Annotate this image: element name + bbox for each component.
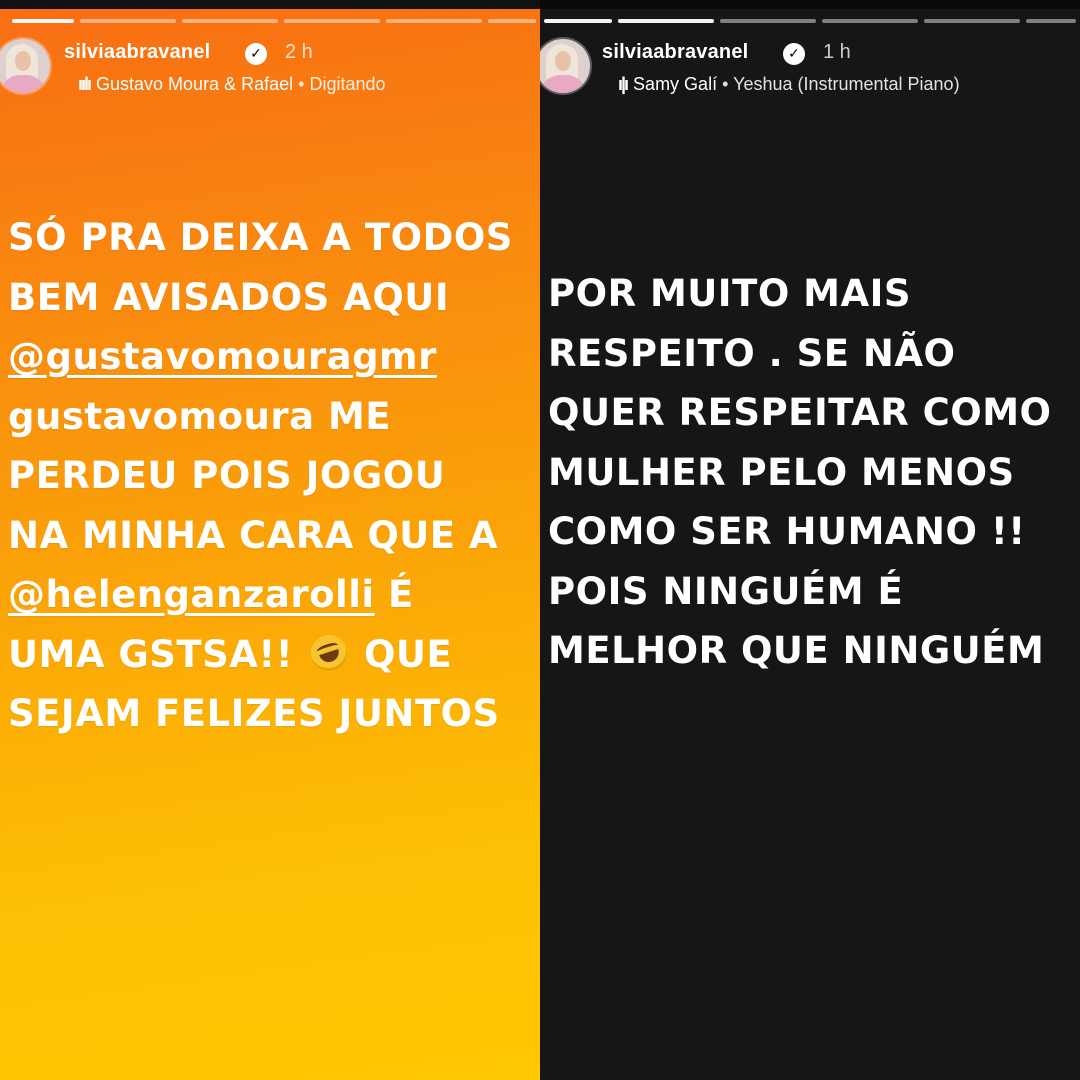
- music-sticker[interactable]: ıılı Gustavo Moura & Rafael • Digitando: [78, 74, 386, 95]
- story-text-line: MULHER PELO MENOS: [548, 450, 1015, 494]
- story-text-line: POIS NINGUÉM É: [548, 569, 904, 613]
- progress-segment: [284, 19, 380, 23]
- username[interactable]: silviaabravanel: [602, 41, 748, 64]
- verified-badge-icon: ✓: [783, 43, 805, 65]
- progress-segment: [924, 19, 1020, 23]
- story-text-line: POR MUITO MAIS: [548, 272, 912, 315]
- progress-segment: [488, 19, 536, 23]
- story-text-line: PERDEU POIS JOGOU: [8, 454, 446, 497]
- story-text-fragment: QUE: [363, 632, 453, 676]
- progress-segment: [386, 19, 482, 23]
- progress-segment: [182, 19, 278, 23]
- top-band: [0, 0, 540, 9]
- story-text-line: QUER RESPEITAR COMO: [548, 391, 1052, 434]
- progress-segment: [618, 19, 714, 23]
- music-track: Yeshua (Instrumental Piano): [733, 74, 960, 94]
- story-text-fragment: É: [387, 573, 414, 616]
- post-time: 2 h: [285, 41, 313, 63]
- avatar[interactable]: [0, 39, 50, 93]
- story-text: POR MUITO MAIS RESPEITO . SE NÃO QUER RE…: [548, 264, 1051, 681]
- story-progress-bar: [0, 19, 540, 23]
- story-text-line: COMO SER HUMANO !!: [548, 510, 1026, 553]
- music-sticker[interactable]: ı|ı Samy Galí • Yeshua (Instrumental Pian…: [618, 74, 960, 95]
- story-text-line: SÓ PRA DEIXA A TODOS: [8, 216, 513, 259]
- music-separator: •: [722, 74, 729, 94]
- verified-badge-icon: ✓: [245, 43, 267, 65]
- progress-segment: [822, 19, 918, 23]
- story-text-line: MELHOR QUE NINGUÉM: [548, 629, 1045, 672]
- story-text: SÓ PRA DEIXA A TODOS BEM AVISADOS AQUI @…: [8, 208, 513, 744]
- post-time: 1 h: [823, 41, 851, 63]
- avatar[interactable]: [540, 39, 590, 93]
- progress-segment: [1026, 19, 1076, 23]
- story-right[interactable]: silviaabravanel ✓ 1 h ı|ı Samy Galí • Yes…: [540, 0, 1080, 1080]
- story-progress-bar: [540, 19, 1080, 23]
- story-text-line: SEJAM FELIZES JUNTOS: [8, 692, 500, 735]
- story-text-line: RESPEITO . SE NÃO: [548, 331, 956, 375]
- progress-segment: [12, 19, 74, 23]
- music-artist: Samy Galí: [633, 74, 718, 94]
- music-separator: •: [298, 74, 305, 94]
- top-band: [540, 0, 1080, 9]
- story-left[interactable]: silviaabravanel ✓ 2 h ıılı Gustavo Moura …: [0, 0, 540, 1080]
- progress-segment: [544, 19, 612, 23]
- mention-link[interactable]: @helenganzarolli: [8, 573, 375, 616]
- laughing-emoji-icon: [305, 629, 352, 676]
- mention-link[interactable]: @gustavomouragmr: [8, 335, 437, 378]
- story-text-line: NA MINHA CARA QUE A: [8, 513, 499, 557]
- username[interactable]: silviaabravanel: [64, 41, 210, 64]
- story-text-line: gustavomoura ME: [8, 394, 392, 438]
- story-text-line: BEM AVISADOS AQUI: [8, 275, 450, 319]
- story-text-fragment: UMA GSTSA!!: [8, 632, 294, 676]
- music-track: Digitando: [309, 74, 386, 94]
- music-artist: Gustavo Moura & Rafael: [96, 74, 294, 94]
- progress-segment: [720, 19, 816, 23]
- audio-bars-icon: ı|ı: [618, 74, 629, 94]
- progress-segment: [80, 19, 176, 23]
- audio-bars-icon: ıılı: [78, 74, 92, 94]
